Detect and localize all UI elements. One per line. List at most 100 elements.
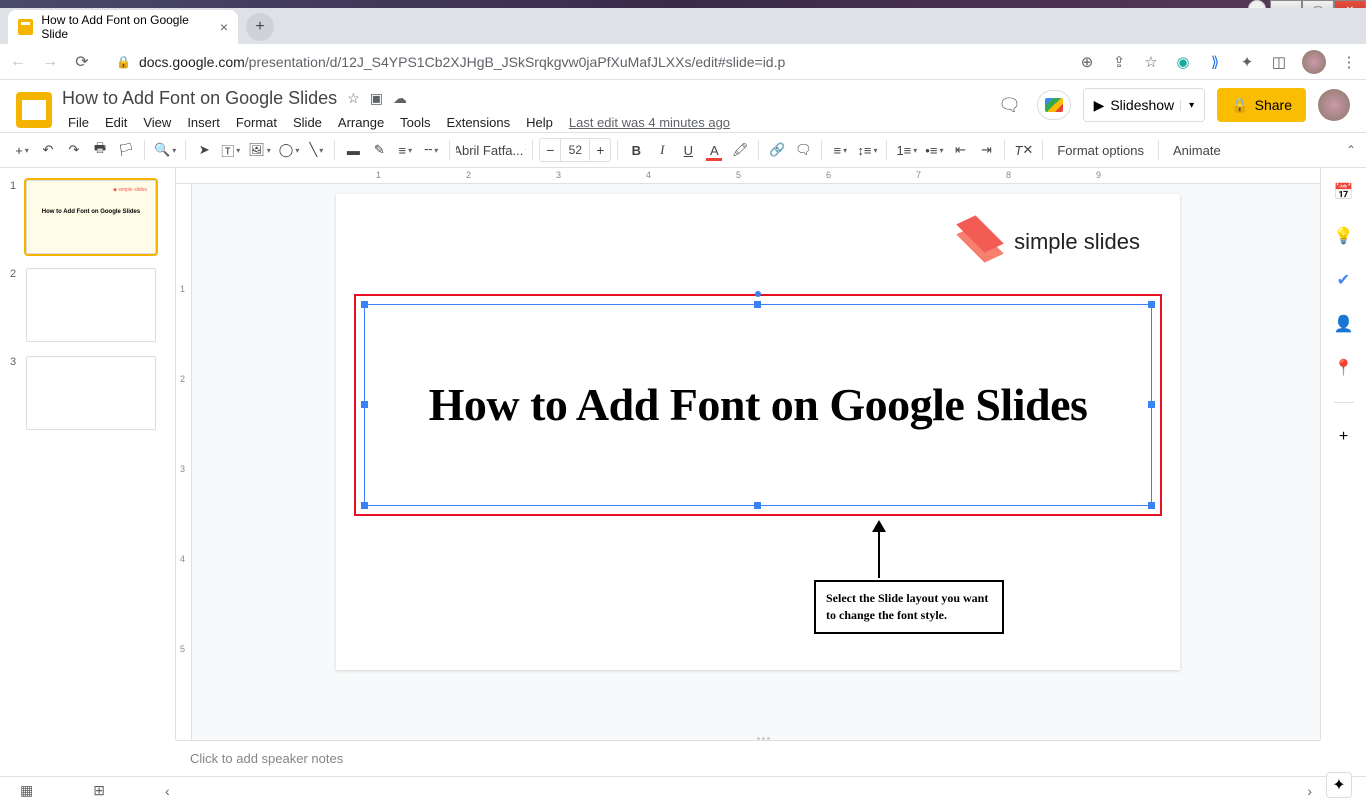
horizontal-ruler[interactable]: 1 2 3 4 5 6 7 8 9 <box>176 168 1320 184</box>
bold-button[interactable]: B <box>624 137 648 163</box>
slide-thumb-3[interactable]: 3 <box>0 354 175 432</box>
resize-handle-tl[interactable] <box>361 301 368 308</box>
menu-help[interactable]: Help <box>520 113 559 132</box>
resize-handle-ml[interactable] <box>361 401 368 408</box>
insert-comment-button[interactable]: 🗨 <box>791 137 815 163</box>
clear-formatting-button[interactable]: T✕ <box>1011 137 1036 163</box>
menu-extensions[interactable]: Extensions <box>441 113 517 132</box>
italic-button[interactable]: I <box>650 137 674 163</box>
cast-icon[interactable]: ⟫ <box>1206 53 1224 71</box>
address-bar[interactable]: 🔒 docs.google.com/presentation/d/12J_S4Y… <box>104 54 1066 70</box>
font-size-decrease-button[interactable]: − <box>540 142 560 158</box>
zoom-icon[interactable]: ⊕ <box>1078 53 1096 71</box>
canvas[interactable]: 1 2 3 4 5 6 7 8 9 1 2 3 4 5 simple slide… <box>176 168 1320 740</box>
browser-menu-icon[interactable]: ⋮ <box>1340 53 1358 71</box>
browser-tab[interactable]: How to Add Font on Google Slide × <box>8 10 238 44</box>
menu-insert[interactable]: Insert <box>181 113 226 132</box>
resize-handle-mr[interactable] <box>1148 401 1155 408</box>
increase-indent-button[interactable]: ⇥ <box>974 137 998 163</box>
slide-thumb-2[interactable]: 2 <box>0 266 175 344</box>
move-folder-icon[interactable]: ▣ <box>370 90 383 107</box>
title-text[interactable]: How to Add Font on Google Slides <box>385 325 1131 485</box>
contacts-icon[interactable]: 👤 <box>1334 314 1354 334</box>
resize-handle-tm[interactable] <box>754 301 761 308</box>
back-button[interactable]: ← <box>8 52 28 72</box>
border-weight-button[interactable]: ≡ <box>393 137 417 163</box>
menu-tools[interactable]: Tools <box>394 113 436 132</box>
format-options-button[interactable]: Format options <box>1049 143 1152 158</box>
align-button[interactable]: ≡ <box>828 137 852 163</box>
maps-icon[interactable]: 📍 <box>1334 358 1354 378</box>
addons-plus-icon[interactable]: + <box>1334 427 1354 447</box>
numbered-list-button[interactable]: 1≡ <box>893 137 920 163</box>
browser-profile-avatar[interactable] <box>1302 50 1326 74</box>
resize-handle-tr[interactable] <box>1148 301 1155 308</box>
slideshow-button[interactable]: ▶ Slideshow ▾ <box>1083 88 1206 122</box>
menu-file[interactable]: File <box>62 113 95 132</box>
resize-handle-br[interactable] <box>1148 502 1155 509</box>
sidepanel-collapse-icon[interactable]: › <box>1307 783 1312 799</box>
paint-format-button[interactable]: 🏳 <box>114 137 138 163</box>
line-button[interactable]: ╲ <box>304 137 328 163</box>
document-title[interactable]: How to Add Font on Google Slides <box>62 88 337 109</box>
font-size-increase-button[interactable]: + <box>590 142 610 158</box>
print-button[interactable]: 🖶 <box>88 137 112 163</box>
fill-color-button[interactable]: ▬ <box>341 137 365 163</box>
comments-icon[interactable]: 🗨 <box>995 90 1025 120</box>
tasks-icon[interactable]: ✔ <box>1334 270 1354 290</box>
extensions-icon[interactable]: ✦ <box>1238 53 1256 71</box>
extension-grammarly-icon[interactable]: ◉ <box>1174 53 1192 71</box>
textbox-button[interactable]: 🅃 <box>218 137 243 163</box>
account-avatar[interactable] <box>1318 89 1350 121</box>
text-color-button[interactable]: A <box>702 137 726 163</box>
border-dash-button[interactable]: ╌ <box>419 137 443 163</box>
bulleted-list-button[interactable]: •≡ <box>922 137 946 163</box>
resize-handle-bl[interactable] <box>361 502 368 509</box>
filmstrip[interactable]: 1 ◆ simple slides How to Add Font on Goo… <box>0 168 176 740</box>
font-size-input[interactable]: 52 <box>560 139 590 161</box>
border-color-button[interactable]: ✎ <box>367 137 391 163</box>
share-button[interactable]: 🔒 Share <box>1217 88 1306 122</box>
font-family-dropdown[interactable]: Abril Fatfa... <box>456 137 526 163</box>
undo-button[interactable]: ↶ <box>36 137 60 163</box>
bookmark-icon[interactable]: ☆ <box>1142 53 1160 71</box>
sidepanel-toggle-icon[interactable]: ◫ <box>1270 53 1288 71</box>
rotate-handle[interactable] <box>755 291 761 297</box>
forward-button[interactable]: → <box>40 52 60 72</box>
decrease-indent-button[interactable]: ⇤ <box>948 137 972 163</box>
slideshow-dropdown-icon[interactable]: ▾ <box>1180 100 1194 111</box>
keep-icon[interactable]: 💡 <box>1334 226 1354 246</box>
collapse-filmstrip-icon[interactable]: ‹ <box>165 783 170 799</box>
zoom-button[interactable]: 🔍 <box>151 137 179 163</box>
redo-button[interactable]: ↷ <box>62 137 86 163</box>
calendar-icon[interactable]: 📅 <box>1334 182 1354 202</box>
share-page-icon[interactable]: ⇪ <box>1110 53 1128 71</box>
animate-button[interactable]: Animate <box>1165 143 1229 158</box>
filmstrip-view-icon[interactable]: ▦ <box>20 782 33 799</box>
menu-format[interactable]: Format <box>230 113 283 132</box>
google-slides-logo-icon[interactable] <box>16 92 52 128</box>
image-button[interactable]: 🖼 <box>245 137 274 163</box>
tab-close-icon[interactable]: × <box>220 19 228 35</box>
line-spacing-button[interactable]: ↕≡ <box>854 137 880 163</box>
explore-button[interactable]: ✦ <box>1326 772 1352 798</box>
shape-button[interactable]: ◯ <box>276 137 303 163</box>
menu-slide[interactable]: Slide <box>287 113 328 132</box>
vertical-ruler[interactable]: 1 2 3 4 5 <box>176 184 192 740</box>
meet-button[interactable] <box>1037 90 1071 120</box>
slide-thumb-1[interactable]: 1 ◆ simple slides How to Add Font on Goo… <box>0 178 175 256</box>
new-slide-button[interactable]: + <box>10 137 34 163</box>
resize-handle-bm[interactable] <box>754 502 761 509</box>
highlight-button[interactable]: 🖍 <box>728 137 752 163</box>
last-edit-link[interactable]: Last edit was 4 minutes ago <box>569 115 730 130</box>
star-icon[interactable]: ☆ <box>347 90 360 107</box>
underline-button[interactable]: U <box>676 137 700 163</box>
insert-link-button[interactable]: 🔗 <box>765 137 789 163</box>
speaker-notes[interactable]: Click to add speaker notes <box>176 740 1320 776</box>
notes-resize-handle[interactable] <box>748 737 778 741</box>
menu-edit[interactable]: Edit <box>99 113 133 132</box>
reload-button[interactable]: ⟳ <box>72 52 92 72</box>
menu-arrange[interactable]: Arrange <box>332 113 390 132</box>
grid-view-icon[interactable]: ⊞ <box>93 782 105 799</box>
new-tab-button[interactable]: + <box>246 13 274 41</box>
